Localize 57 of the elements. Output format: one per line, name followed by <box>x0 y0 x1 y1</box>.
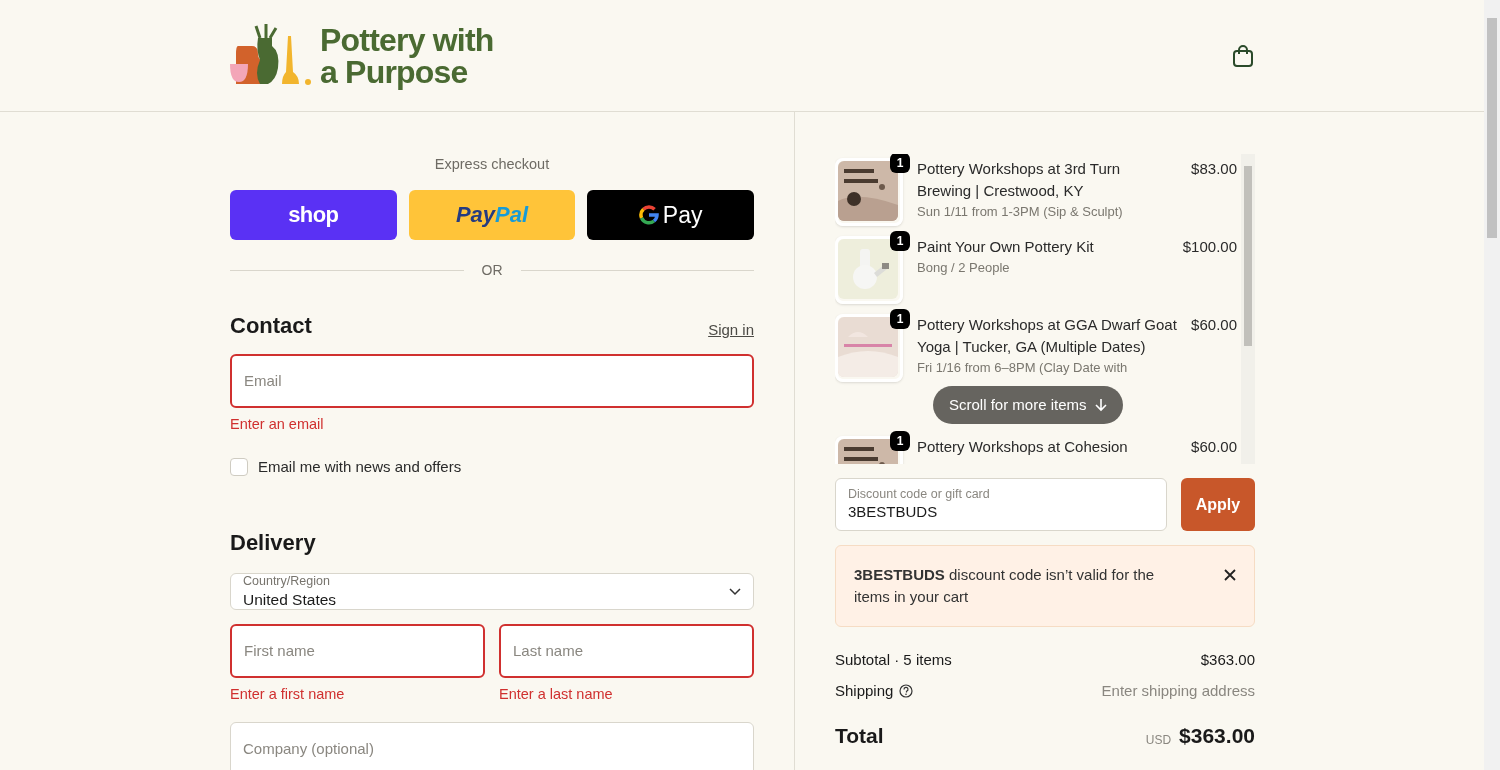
section-label: Express checkout <box>433 155 551 174</box>
quantity-badge: 1 <box>890 231 910 251</box>
product-variant: Sun 1/11 from 1-3PM (Sip & Sculpt) <box>917 203 1124 221</box>
product-title: Pottery Workshops at Cohesion <box>917 437 1129 457</box>
total-label: Total <box>835 723 884 749</box>
logo-text: Pottery with a Purpose <box>320 23 494 88</box>
paypal-button[interactable]: PayPal <box>408 189 576 240</box>
currency-code: USD <box>1145 731 1172 749</box>
logo-icon <box>230 23 314 88</box>
section-heading: Delivery <box>230 529 317 557</box>
shipping-value: Enter shipping address <box>1101 680 1255 701</box>
product-variant: Bong / 2 People <box>917 259 1011 277</box>
product-title: Pottery Workshops at 3rd Turn Brewing | Crestwood, KY <box>917 159 1122 201</box>
close-icon[interactable] <box>1224 569 1236 581</box>
quantity-badge: 1 <box>890 154 910 173</box>
error-message: Enter an email <box>230 414 325 434</box>
checkbox-label: Email me with news and offers <box>258 456 462 477</box>
quantity-badge: 1 <box>890 431 910 451</box>
field-input: Email <box>244 369 740 392</box>
product-price: $100.00 <box>1182 237 1237 257</box>
scrollbar[interactable] <box>1241 154 1255 464</box>
error-message: Enter a last name <box>499 685 614 704</box>
page-scrollbar[interactable] <box>1484 0 1500 770</box>
arrow-down-icon <box>1094 398 1107 412</box>
shipping-label: Shipping <box>835 680 894 701</box>
text-field[interactable]: Email <box>230 353 754 408</box>
country-select[interactable]: Country/Region United States <box>230 573 754 610</box>
product-title: Paint Your Own Pottery Kit <box>917 237 1095 257</box>
quantity-badge: 1 <box>890 309 910 329</box>
notice-text: 3BESTBUDS discount code isn’t valid for the items in your cart <box>854 565 1156 607</box>
shopping-bag-icon[interactable] <box>1232 43 1254 68</box>
product-title: Pottery Workshops at GGA Dwarf Goat Yoga | Tucker, GA (Multiple Dates) <box>917 315 1178 357</box>
checkbox[interactable] <box>230 457 248 476</box>
field-input: Company (optional) <box>243 737 741 760</box>
google-icon <box>638 204 659 225</box>
field-input: Last name <box>513 639 740 663</box>
divider-label: OR <box>481 260 503 280</box>
help-icon[interactable] <box>899 683 914 698</box>
error-message: Enter a first name <box>230 685 346 704</box>
discount-field[interactable]: Discount code or gift card 3BESTBUDS <box>835 478 1167 531</box>
product-price: $83.00 <box>1191 159 1237 179</box>
product-variant: Fri 1/16 from 6–8PM (Clay Date with <box>917 359 1129 377</box>
subtotal-value: $363.00 <box>1200 650 1255 670</box>
text-field[interactable]: First name <box>230 624 485 678</box>
subtotal-label: Subtotal · 5 items <box>835 650 952 670</box>
scroll-hint[interactable]: Scroll for more items <box>933 386 1123 424</box>
product-price: $60.00 <box>1191 315 1237 335</box>
section-heading: Contact <box>230 311 312 340</box>
chevron-down-icon <box>729 587 741 596</box>
sign-in-link[interactable]: Sign in <box>708 319 754 342</box>
field-input: First name <box>244 639 471 663</box>
shop-pay-button[interactable]: shop <box>230 189 397 240</box>
total-value: $363.00 <box>1179 723 1255 749</box>
google-pay-button[interactable]: Pay <box>587 189 754 240</box>
apply-button[interactable]: Apply <box>1181 478 1255 531</box>
text-field[interactable]: Last name <box>499 624 754 678</box>
product-price: $60.00 <box>1191 437 1237 457</box>
